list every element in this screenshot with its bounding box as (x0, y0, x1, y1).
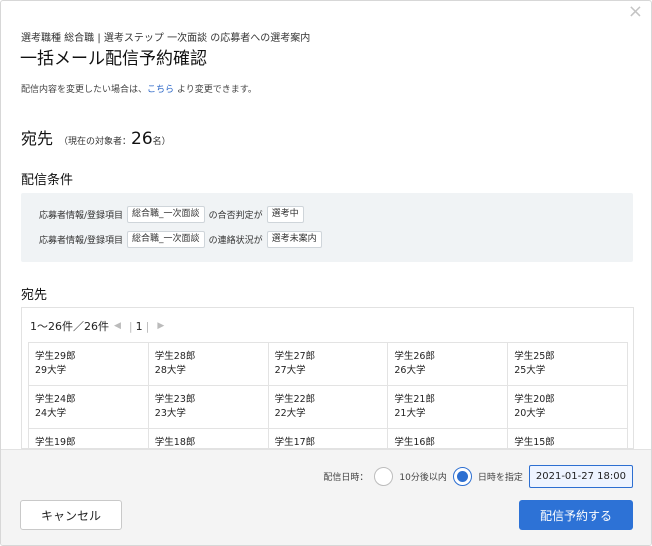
schedule-label: 配信日時： (323, 473, 369, 483)
condition-field: 応募者情報/登録項目 (39, 236, 124, 246)
recipient-cell: 学生21郎 21大学 (388, 386, 509, 429)
recipient-name: 学生28郎 (154, 351, 196, 362)
pager-range: 1〜26件／26件 (30, 320, 109, 333)
pager: 1〜26件／26件 ◀ | 1 | ▶ (30, 318, 169, 334)
recipient-cell: 学生26郎 26大学 (388, 343, 509, 386)
recipient-cell: 学生17郎 (269, 429, 389, 448)
modal-footer: 配信日時： 10分後以内 日時を指定 2021-01-27 18:00 キャンセ… (1, 449, 651, 545)
note-suffix: より変更できます。 (174, 85, 257, 95)
recipient-name: 学生21郎 (394, 394, 435, 405)
recipient-school: 26大学 (394, 365, 426, 376)
cancel-button[interactable]: キャンセル (20, 500, 122, 530)
recipient-name: 学生15郎 (514, 437, 555, 448)
current-page: 1 (135, 319, 143, 333)
recipient-name: 学生26郎 (394, 351, 435, 362)
recipient-cell: 学生29郎 29大学 (29, 343, 149, 386)
modal-title: 一括メール配信予約確認 (20, 49, 207, 69)
recipient-cell: 学生22郎 22大学 (268, 386, 389, 429)
close-icon[interactable]: × (628, 3, 643, 21)
recipient-name: 学生23郎 (154, 394, 196, 405)
recipients-list[interactable]: 1〜26件／26件 ◀ | 1 | ▶ 学生29郎 29大学 学生28郎 28大学 … (21, 307, 634, 449)
table-row: 学生19郎 学生18郎 学生17郎 学生16郎 学生15郎 (29, 429, 628, 448)
confirm-modal: × 選考職種 総合職 | 選考ステップ 一次面談 の応募者への選考案内 一括メー… (0, 0, 652, 546)
recipient-cell: 学生23郎 23大学 (148, 386, 269, 429)
edit-note: 配信内容を変更したい場合は、こちら より変更できます。 (21, 82, 257, 95)
conditions-box: 応募者情報/登録項目 総合職_一次面談 の合否判定が 選考中 応募者情報/登録項… (21, 193, 633, 262)
prev-page-icon[interactable]: ◀ (114, 321, 121, 331)
condition-row: 応募者情報/登録項目 総合職_一次面談 の合否判定が 選考中 (39, 206, 308, 223)
recipient-school: 22大学 (274, 408, 306, 419)
recipient-name: 学生18郎 (154, 437, 196, 448)
pager-divider: | (128, 319, 133, 333)
recipient-cell: 学生24郎 24大学 (29, 386, 149, 429)
recipient-name: 学生25郎 (514, 351, 555, 362)
recipient-name: 学生16郎 (394, 437, 435, 448)
recipient-name: 学生22郎 (274, 394, 316, 405)
conditions-heading: 配信条件 (21, 173, 74, 188)
condition-value-tag: 選考未案内 (266, 231, 322, 248)
recipient-school: 27大学 (274, 365, 306, 376)
schedule-send-button[interactable]: 配信予約する (519, 500, 633, 530)
recipient-school: 25大学 (514, 365, 546, 376)
recipient-name: 学生27郎 (274, 351, 316, 362)
recipient-school: 20大学 (514, 408, 546, 419)
recipient-school: 24大学 (35, 408, 67, 419)
target-count: 26 (131, 129, 153, 149)
condition-item-tag: 総合職_一次面談 (127, 206, 205, 223)
radio-soon[interactable] (374, 467, 394, 486)
pager-divider: | (145, 319, 150, 333)
recipient-cell: 学生15郎 (508, 429, 628, 448)
modal-subtitle: 選考職種 総合職 | 選考ステップ 一次面談 の応募者への選考案内 (21, 33, 311, 44)
option-specified-label[interactable]: 日時を指定 (478, 470, 523, 483)
recipient-cell: 学生16郎 (388, 429, 509, 448)
recipient-school: 23大学 (154, 408, 186, 419)
recipient-cell: 学生20郎 20大学 (508, 386, 628, 429)
target-count-unit: 名） (152, 137, 171, 147)
condition-relation: の連絡状況が (208, 236, 263, 246)
datetime-field[interactable]: 2021-01-27 18:00 (528, 465, 633, 488)
table-row: 学生24郎 24大学 学生23郎 23大学 学生22郎 22大学 学生21郎 21大学 … (29, 386, 628, 429)
radio-specified[interactable] (452, 467, 472, 486)
recipient-cell: 学生18郎 (149, 429, 269, 448)
recipient-cell: 学生27郎 27大学 (268, 343, 389, 386)
condition-item-tag: 総合職_一次面談 (127, 231, 205, 248)
recipient-name: 学生24郎 (35, 394, 76, 405)
recipient-school: 29大学 (35, 365, 67, 376)
next-page-icon[interactable]: ▶ (157, 321, 164, 331)
condition-value-tag: 選考中 (266, 206, 304, 223)
target-count-label: （現在の対象者： (59, 137, 132, 147)
recipient-cell: 学生19郎 (29, 429, 149, 448)
note-prefix: 配信内容を変更したい場合は、 (21, 85, 148, 95)
table-row: 学生29郎 29大学 学生28郎 28大学 学生27郎 27大学 学生26郎 26大学 … (29, 343, 628, 386)
condition-field: 応募者情報/登録項目 (39, 211, 124, 221)
destination-heading: 宛先 (21, 129, 54, 148)
recipient-school: 21大学 (394, 408, 426, 419)
destination-summary: 宛先 （現在の対象者：26名） (21, 125, 171, 149)
recipient-school: 28大学 (154, 365, 186, 376)
recipient-name: 学生29郎 (35, 351, 76, 362)
option-soon-label[interactable]: 10分後以内 (399, 470, 446, 483)
recipient-name: 学生20郎 (514, 394, 555, 405)
recipient-grid: 学生29郎 29大学 学生28郎 28大学 学生27郎 27大学 学生26郎 26大学 … (28, 342, 628, 448)
edit-link[interactable]: こちら (147, 85, 174, 95)
condition-row: 応募者情報/登録項目 総合職_一次面談 の連絡状況が 選考未案内 (39, 231, 326, 248)
recipient-name: 学生19郎 (35, 437, 76, 448)
recipient-cell: 学生25郎 25大学 (508, 343, 628, 386)
condition-relation: の合否判定が (208, 211, 263, 221)
recipients-heading: 宛先 (21, 288, 48, 303)
recipient-cell: 学生28郎 28大学 (148, 343, 269, 386)
recipient-name: 学生17郎 (274, 437, 316, 448)
schedule-options: 配信日時： 10分後以内 日時を指定 2021-01-27 18:00 (323, 465, 633, 488)
